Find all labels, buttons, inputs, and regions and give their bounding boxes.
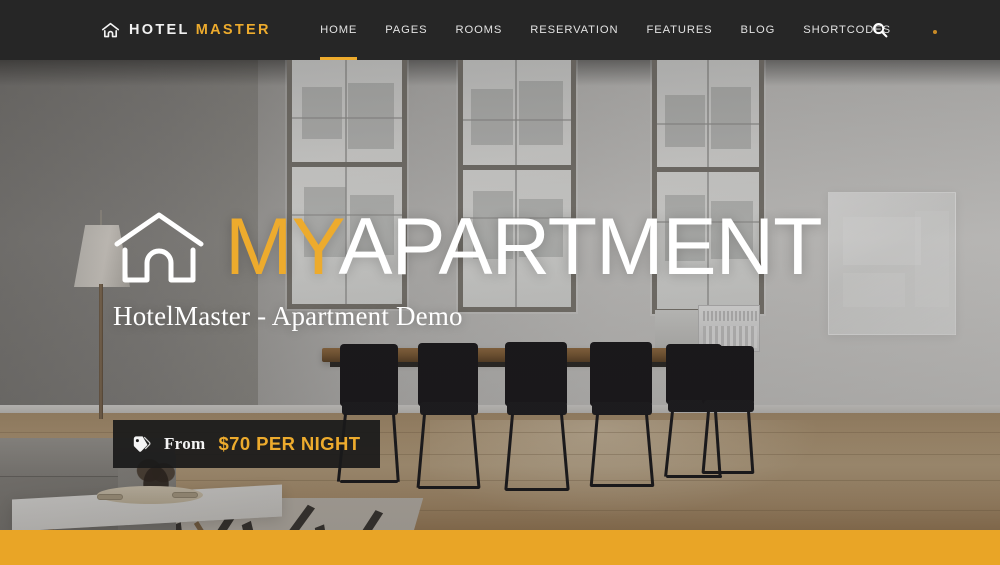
orange-dot-icon [933,30,937,34]
brand-text-accent: MASTER [195,22,271,38]
search-icon [873,23,888,38]
main-navigation: HOME PAGES ROOMS RESERVATION FEATURES BL… [306,0,905,60]
nav-label: HOME [320,24,358,36]
brand-text-primary: HOTEL [129,22,190,38]
nav-item-home[interactable]: HOME [306,0,371,60]
nav-label: FEATURES [646,24,713,36]
nav-label: BLOG [740,24,776,36]
nav-item-rooms[interactable]: ROOMS [442,0,517,60]
brand-logo[interactable]: HOTEL MASTER [101,0,271,60]
hero-subtitle: HotelMaster - Apartment Demo [113,300,463,331]
hero-title-highlight: MY [225,202,339,292]
nav-item-pages[interactable]: PAGES [371,0,441,60]
bottom-accent-bar [0,530,1000,565]
price-badge: From $70 PER NIGHT [113,420,381,468]
nav-item-reservation[interactable]: RESERVATION [516,0,632,60]
nav-label: RESERVATION [530,24,619,36]
price-prefix: From [164,434,206,453]
site-header: HOTEL MASTER HOME PAGES ROOMS RESERVATIO… [0,0,1000,60]
search-button[interactable] [860,0,900,60]
nav-label: ROOMS [455,24,503,36]
hero-title-rest: APARTMENT [338,202,823,292]
active-indicator [320,57,358,60]
hero-banner: MYAPARTMENT HotelMaster - Apartment Demo… [0,60,1000,530]
brand-text: HOTEL MASTER [129,22,271,38]
hero-title-row: MYAPARTMENT [113,207,823,288]
nav-item-features[interactable]: FEATURES [633,0,727,60]
price-tag-icon [133,436,151,452]
price-value: $70 PER NIGHT [218,433,361,454]
house-outline-icon [114,212,204,283]
hero-title: MYAPARTMENT [225,207,823,288]
home-icon [101,22,120,37]
page-root: MYAPARTMENT HotelMaster - Apartment Demo… [0,0,1000,565]
hero-content: MYAPARTMENT HotelMaster - Apartment Demo [113,207,823,332]
nav-label: PAGES [385,24,428,36]
nav-item-blog[interactable]: BLOG [727,0,790,60]
